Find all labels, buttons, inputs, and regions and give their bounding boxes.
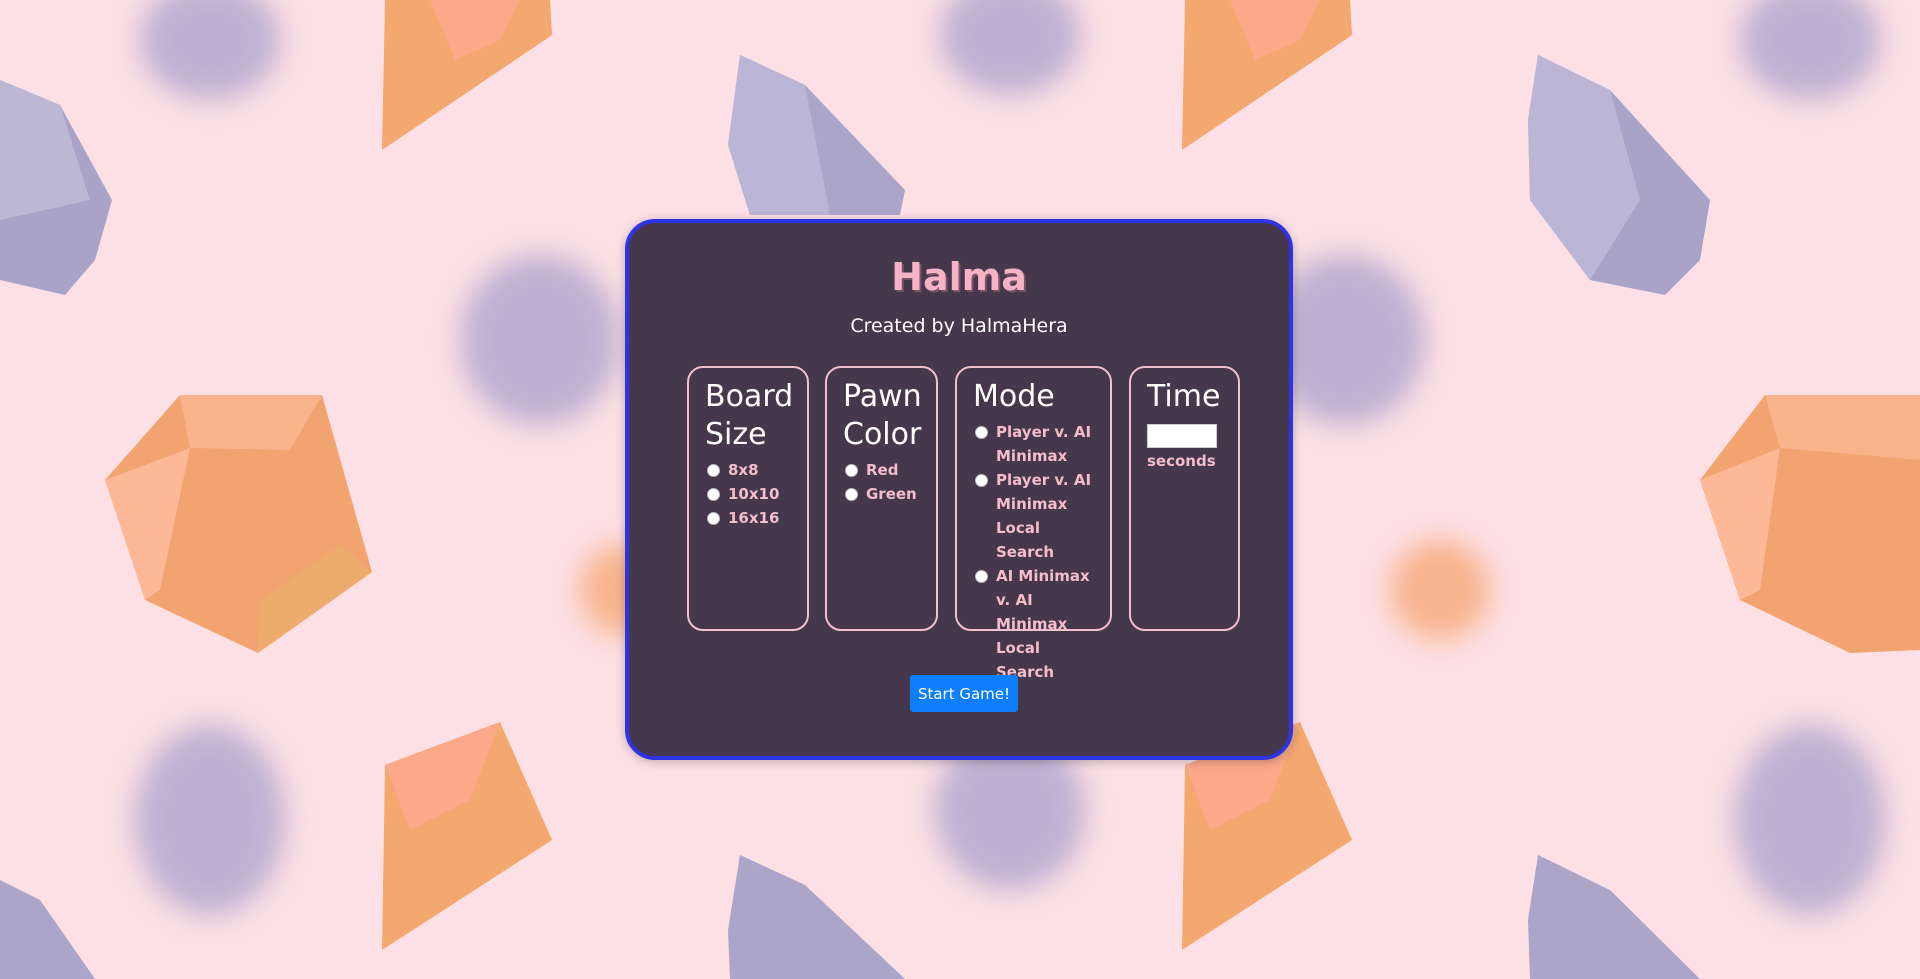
option-label: 8x8 — [728, 461, 759, 479]
pawn-color-option-green[interactable]: Green — [843, 482, 936, 506]
board-size-title: Board Size — [705, 379, 794, 452]
board-size-option-10x10[interactable]: 10x10 — [705, 482, 807, 506]
mode-option-aivai[interactable]: AI Minimax v. AI Minimax Local Search — [973, 564, 1100, 684]
setup-card: Halma Created by HalmaHera Board Size 8x… — [625, 219, 1293, 760]
mode-option-pvai-local-search[interactable]: Player v. AI Minimax Local Search — [973, 468, 1100, 564]
pawn-color-panel: Pawn Color Red Green — [825, 366, 938, 631]
page-title: Halma — [891, 255, 1027, 299]
time-panel: Time seconds — [1129, 366, 1240, 631]
option-label: Green — [866, 485, 917, 503]
radio-8x8[interactable] — [707, 464, 720, 477]
seconds-label: seconds — [1147, 452, 1216, 470]
board-size-option-16x16[interactable]: 16x16 — [705, 506, 807, 530]
radio-green[interactable] — [845, 488, 858, 501]
option-label: Player v. AI Minimax — [996, 423, 1092, 465]
radio-pvai-minimax[interactable] — [975, 426, 988, 439]
board-size-option-8x8[interactable]: 8x8 — [705, 458, 807, 482]
mode-panel: Mode Player v. AI Minimax Player v. AI M… — [955, 366, 1112, 681]
radio-16x16[interactable] — [707, 512, 720, 525]
radio-aivai[interactable] — [975, 570, 988, 583]
pawn-color-title: Pawn Color — [843, 379, 922, 452]
radio-pvai-local-search[interactable] — [975, 474, 988, 487]
option-label: 16x16 — [728, 509, 780, 527]
time-input[interactable] — [1147, 424, 1217, 448]
radio-10x10[interactable] — [707, 488, 720, 501]
mode-option-pvai-minimax[interactable]: Player v. AI Minimax — [973, 420, 1100, 468]
pawn-color-option-red[interactable]: Red — [843, 458, 936, 482]
option-label: Red — [866, 461, 899, 479]
board-size-panel: Board Size 8x8 10x10 16x16 — [687, 366, 809, 631]
mode-title: Mode — [973, 379, 1055, 414]
time-title: Time — [1147, 379, 1221, 414]
start-game-button[interactable]: Start Game! — [910, 675, 1018, 712]
radio-red[interactable] — [845, 464, 858, 477]
option-label: Player v. AI Minimax Local Search — [996, 471, 1092, 561]
option-label: 10x10 — [728, 485, 780, 503]
option-label: AI Minimax v. AI Minimax Local Search — [996, 567, 1090, 681]
page-subtitle: Created by HalmaHera — [850, 315, 1068, 337]
